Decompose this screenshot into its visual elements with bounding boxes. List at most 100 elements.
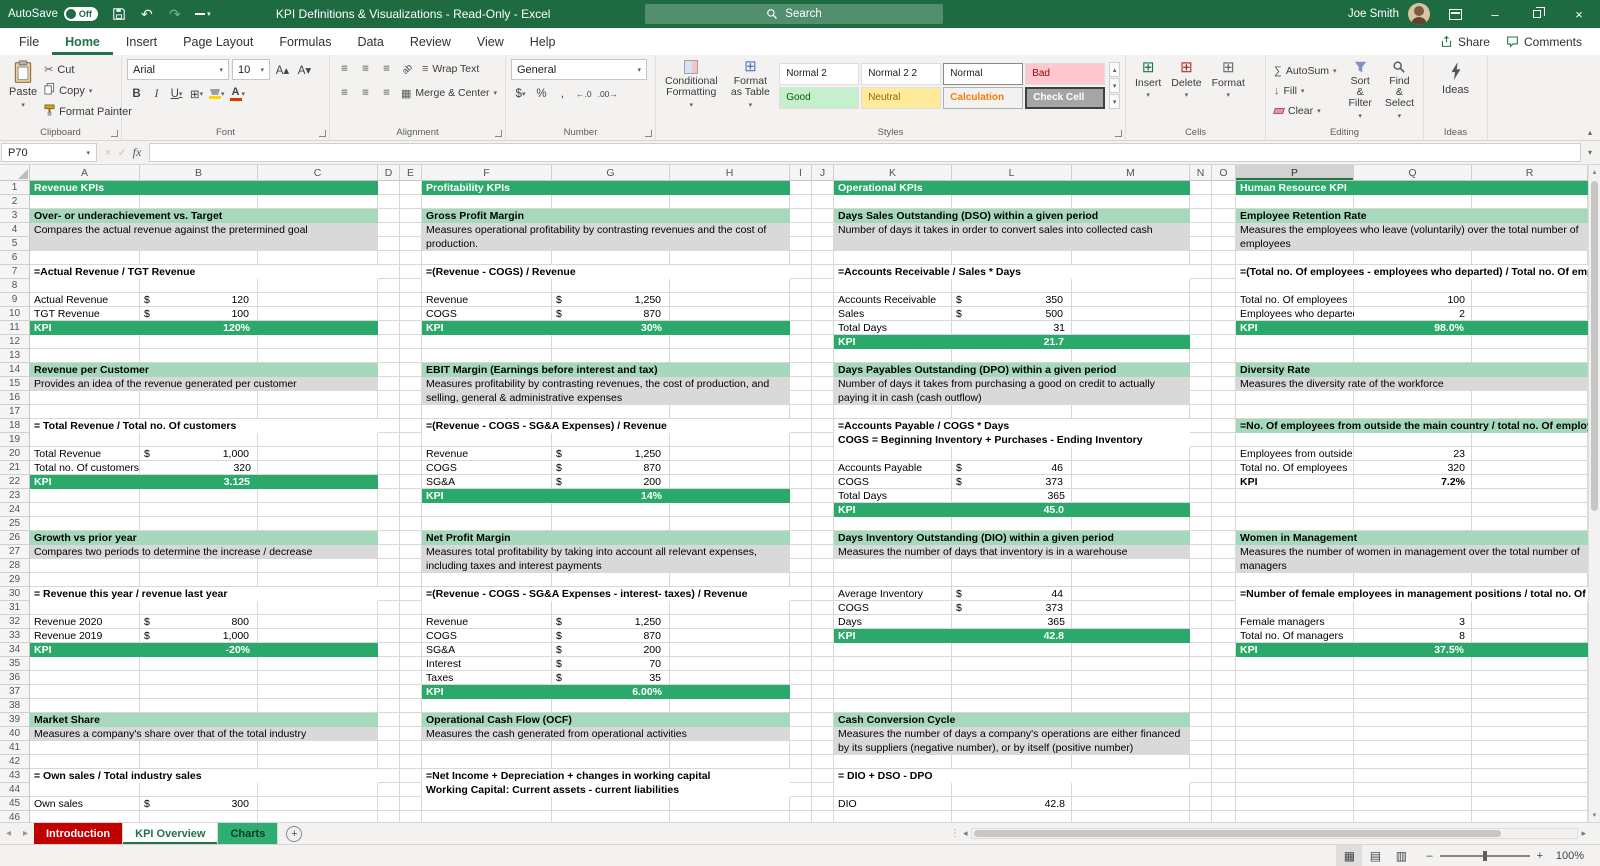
cell-N7[interactable] xyxy=(1190,265,1212,279)
cell-K19[interactable]: COGS = Beginning Inventory + Purchases -… xyxy=(834,433,1190,447)
cell-D35[interactable] xyxy=(378,657,400,671)
cell-A31[interactable] xyxy=(30,601,140,615)
cell-R44[interactable] xyxy=(1472,783,1588,797)
cell-N28[interactable] xyxy=(1190,559,1212,573)
cell-N10[interactable] xyxy=(1190,307,1212,321)
cell-I2[interactable] xyxy=(790,195,812,209)
cell-P40[interactable] xyxy=(1236,727,1354,741)
sheet-nav-right[interactable]: ▸ xyxy=(17,823,34,844)
cell-A30[interactable]: = Revenue this year / revenue last year xyxy=(30,587,378,601)
cell-Q39[interactable] xyxy=(1354,713,1472,727)
cell-I27[interactable] xyxy=(790,545,812,559)
font-size-select[interactable]: 10▾ xyxy=(232,59,270,80)
cell-L25[interactable] xyxy=(952,517,1072,531)
number-dialog-launcher[interactable] xyxy=(645,130,652,137)
cell-D22[interactable] xyxy=(378,475,400,489)
cell-E2[interactable] xyxy=(400,195,422,209)
cell-D43[interactable] xyxy=(378,769,400,783)
cell-A21[interactable]: Total no. Of customers xyxy=(30,461,140,475)
cell-P22[interactable]: KPI xyxy=(1236,475,1354,489)
cell-K14[interactable]: Days Payables Outstanding (DPO) within a… xyxy=(834,363,1190,377)
cell-D37[interactable] xyxy=(378,685,400,699)
fill-color-button[interactable]: ▾ xyxy=(207,84,227,104)
cell-F29[interactable] xyxy=(422,573,552,587)
cell-C22[interactable] xyxy=(258,475,378,489)
col-header-C[interactable]: C xyxy=(258,165,378,181)
style-chip-neutral[interactable]: Neutral xyxy=(861,87,941,109)
cell-C36[interactable] xyxy=(258,671,378,685)
cell-D18[interactable] xyxy=(378,419,400,433)
cell-R40[interactable] xyxy=(1472,727,1588,741)
cell-K46[interactable] xyxy=(834,811,952,822)
cell-E23[interactable] xyxy=(400,489,422,503)
cell-F15[interactable]: Measures profitability by contrasting re… xyxy=(422,377,790,405)
cell-P33[interactable]: Total no. Of managers xyxy=(1236,629,1354,643)
cell-F41[interactable] xyxy=(422,741,552,755)
cell-B37[interactable] xyxy=(140,685,258,699)
cell-P21[interactable]: Total no. Of employees xyxy=(1236,461,1354,475)
cell-A7[interactable]: =Actual Revenue / TGT Revenue xyxy=(30,265,378,279)
cell-Q6[interactable] xyxy=(1354,251,1472,265)
cut-button[interactable]: ✂Cut xyxy=(41,59,135,80)
cell-M38[interactable] xyxy=(1072,699,1190,713)
cell-B22[interactable]: 3.125 xyxy=(140,475,258,489)
cell-J10[interactable] xyxy=(812,307,834,321)
cell-C24[interactable] xyxy=(258,503,378,517)
cell-O21[interactable] xyxy=(1212,461,1236,475)
cell-H10[interactable] xyxy=(670,307,790,321)
cell-P20[interactable]: Employees from outside xyxy=(1236,447,1354,461)
row-header-26[interactable]: 26 xyxy=(0,531,30,545)
undo-button[interactable]: ↶ xyxy=(134,0,160,28)
cell-J3[interactable] xyxy=(812,209,834,223)
cell-J27[interactable] xyxy=(812,545,834,559)
cell-K42[interactable] xyxy=(834,755,952,769)
align-bottom-button[interactable]: ≡ xyxy=(377,59,396,79)
cell-O43[interactable] xyxy=(1212,769,1236,783)
cell-J33[interactable] xyxy=(812,629,834,643)
cell-E8[interactable] xyxy=(400,279,422,293)
cell-I31[interactable] xyxy=(790,601,812,615)
cell-R2[interactable] xyxy=(1472,195,1588,209)
cell-O35[interactable] xyxy=(1212,657,1236,671)
cell-Q33[interactable]: 8 xyxy=(1354,629,1472,643)
cell-L35[interactable] xyxy=(952,657,1072,671)
cell-Q42[interactable] xyxy=(1354,755,1472,769)
cell-D7[interactable] xyxy=(378,265,400,279)
cell-F1[interactable]: Profitability KPIs xyxy=(422,181,790,195)
cell-D21[interactable] xyxy=(378,461,400,475)
cell-N24[interactable] xyxy=(1190,503,1212,517)
cell-A1[interactable]: Revenue KPIs xyxy=(30,181,378,195)
font-name-select[interactable]: Arial▾ xyxy=(127,59,229,80)
cell-P8[interactable] xyxy=(1236,279,1354,293)
cell-K23[interactable]: Total Days xyxy=(834,489,952,503)
cell-L21[interactable]: $46 xyxy=(952,461,1072,475)
cell-H8[interactable] xyxy=(670,279,790,293)
row-header-2[interactable]: 2 xyxy=(0,195,30,209)
cell-K10[interactable]: Sales xyxy=(834,307,952,321)
cell-B16[interactable] xyxy=(140,391,258,405)
cell-M11[interactable] xyxy=(1072,321,1190,335)
row-header-17[interactable]: 17 xyxy=(0,405,30,419)
col-header-I[interactable]: I xyxy=(790,165,812,181)
cell-G33[interactable]: $870 xyxy=(552,629,670,643)
cell-B31[interactable] xyxy=(140,601,258,615)
cell-I17[interactable] xyxy=(790,405,812,419)
row-header-7[interactable]: 7 xyxy=(0,265,30,279)
col-header-H[interactable]: H xyxy=(670,165,790,181)
shrink-font-button[interactable]: A▾ xyxy=(295,60,314,80)
cell-O12[interactable] xyxy=(1212,335,1236,349)
cell-O23[interactable] xyxy=(1212,489,1236,503)
cell-A2[interactable] xyxy=(30,195,140,209)
cell-O33[interactable] xyxy=(1212,629,1236,643)
cell-E5[interactable] xyxy=(400,237,422,251)
cell-B44[interactable] xyxy=(140,783,258,797)
cell-N25[interactable] xyxy=(1190,517,1212,531)
normal-view-button[interactable]: ▦ xyxy=(1336,845,1362,866)
cell-F34[interactable]: SG&A xyxy=(422,643,552,657)
cell-C37[interactable] xyxy=(258,685,378,699)
cell-A19[interactable] xyxy=(30,433,140,447)
cell-H6[interactable] xyxy=(670,251,790,265)
row-header-13[interactable]: 13 xyxy=(0,349,30,363)
cell-E41[interactable] xyxy=(400,741,422,755)
cell-E15[interactable] xyxy=(400,377,422,391)
